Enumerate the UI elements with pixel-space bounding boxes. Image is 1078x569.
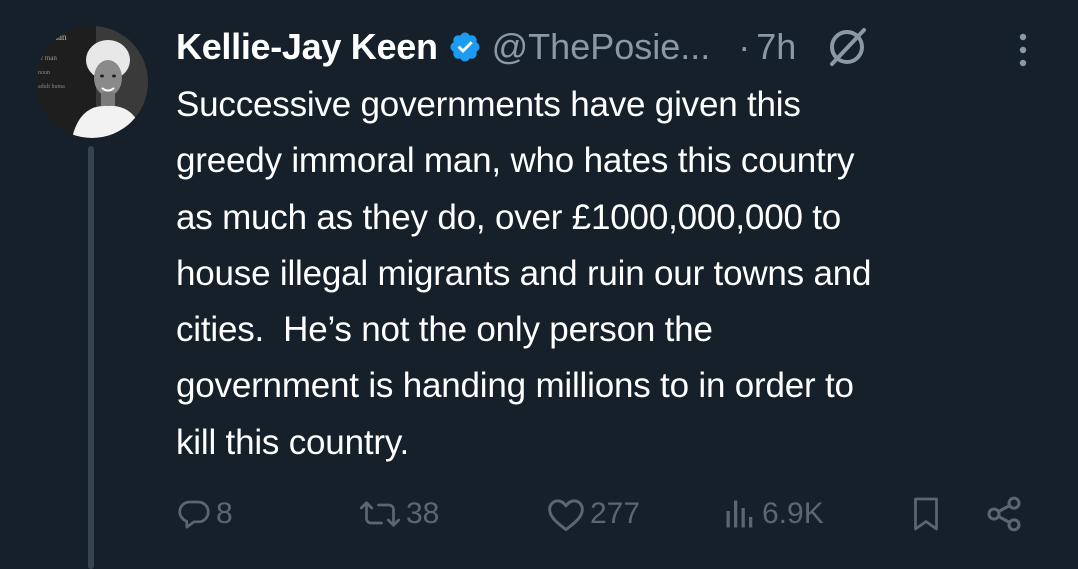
- more-vertical-icon[interactable]: [1014, 32, 1032, 68]
- author-handle[interactable]: @ThePosie...: [492, 26, 711, 68]
- like-button[interactable]: 277: [546, 492, 640, 536]
- avatar[interactable]: woman w man noun adult huma: [36, 26, 148, 138]
- repost-icon: [359, 501, 401, 527]
- share-icon: [987, 496, 1021, 532]
- view-count: 6.9K: [762, 497, 824, 530]
- tweet-text: Successive governments have given this g…: [176, 85, 872, 462]
- repost-button[interactable]: 38: [358, 492, 439, 536]
- tweet-header: Kellie-Jay Keen @ThePosie... · 7h: [176, 22, 1056, 72]
- like-count: 277: [590, 497, 641, 530]
- repost-count: 38: [406, 497, 440, 530]
- avatar-photo: woman w man noun adult huma: [36, 26, 148, 138]
- reply-button[interactable]: 8: [176, 492, 233, 536]
- verified-badge-icon: [450, 32, 480, 62]
- bookmark-button[interactable]: [908, 492, 944, 536]
- avatar-text-adult: adult huma: [38, 84, 65, 90]
- heart-icon: [548, 499, 584, 532]
- grok-icon[interactable]: [824, 24, 870, 70]
- views-button[interactable]: 6.9K: [722, 492, 824, 536]
- reply-count: 8: [216, 497, 233, 530]
- views-chart-icon: [726, 500, 753, 528]
- separator-dot: ·: [738, 26, 751, 67]
- timestamp[interactable]: 7h: [756, 26, 796, 68]
- reply-icon: [178, 500, 210, 529]
- author-name[interactable]: Kellie-Jay Keen: [176, 26, 438, 68]
- avatar-text-wman: w man: [38, 54, 57, 62]
- action-bar: 8 38 277 6.9K: [0, 492, 1078, 536]
- share-button[interactable]: [984, 492, 1024, 536]
- avatar-text-noun: noun: [38, 70, 50, 76]
- avatar-text-woman: woman: [40, 32, 67, 42]
- bookmark-icon: [914, 497, 938, 531]
